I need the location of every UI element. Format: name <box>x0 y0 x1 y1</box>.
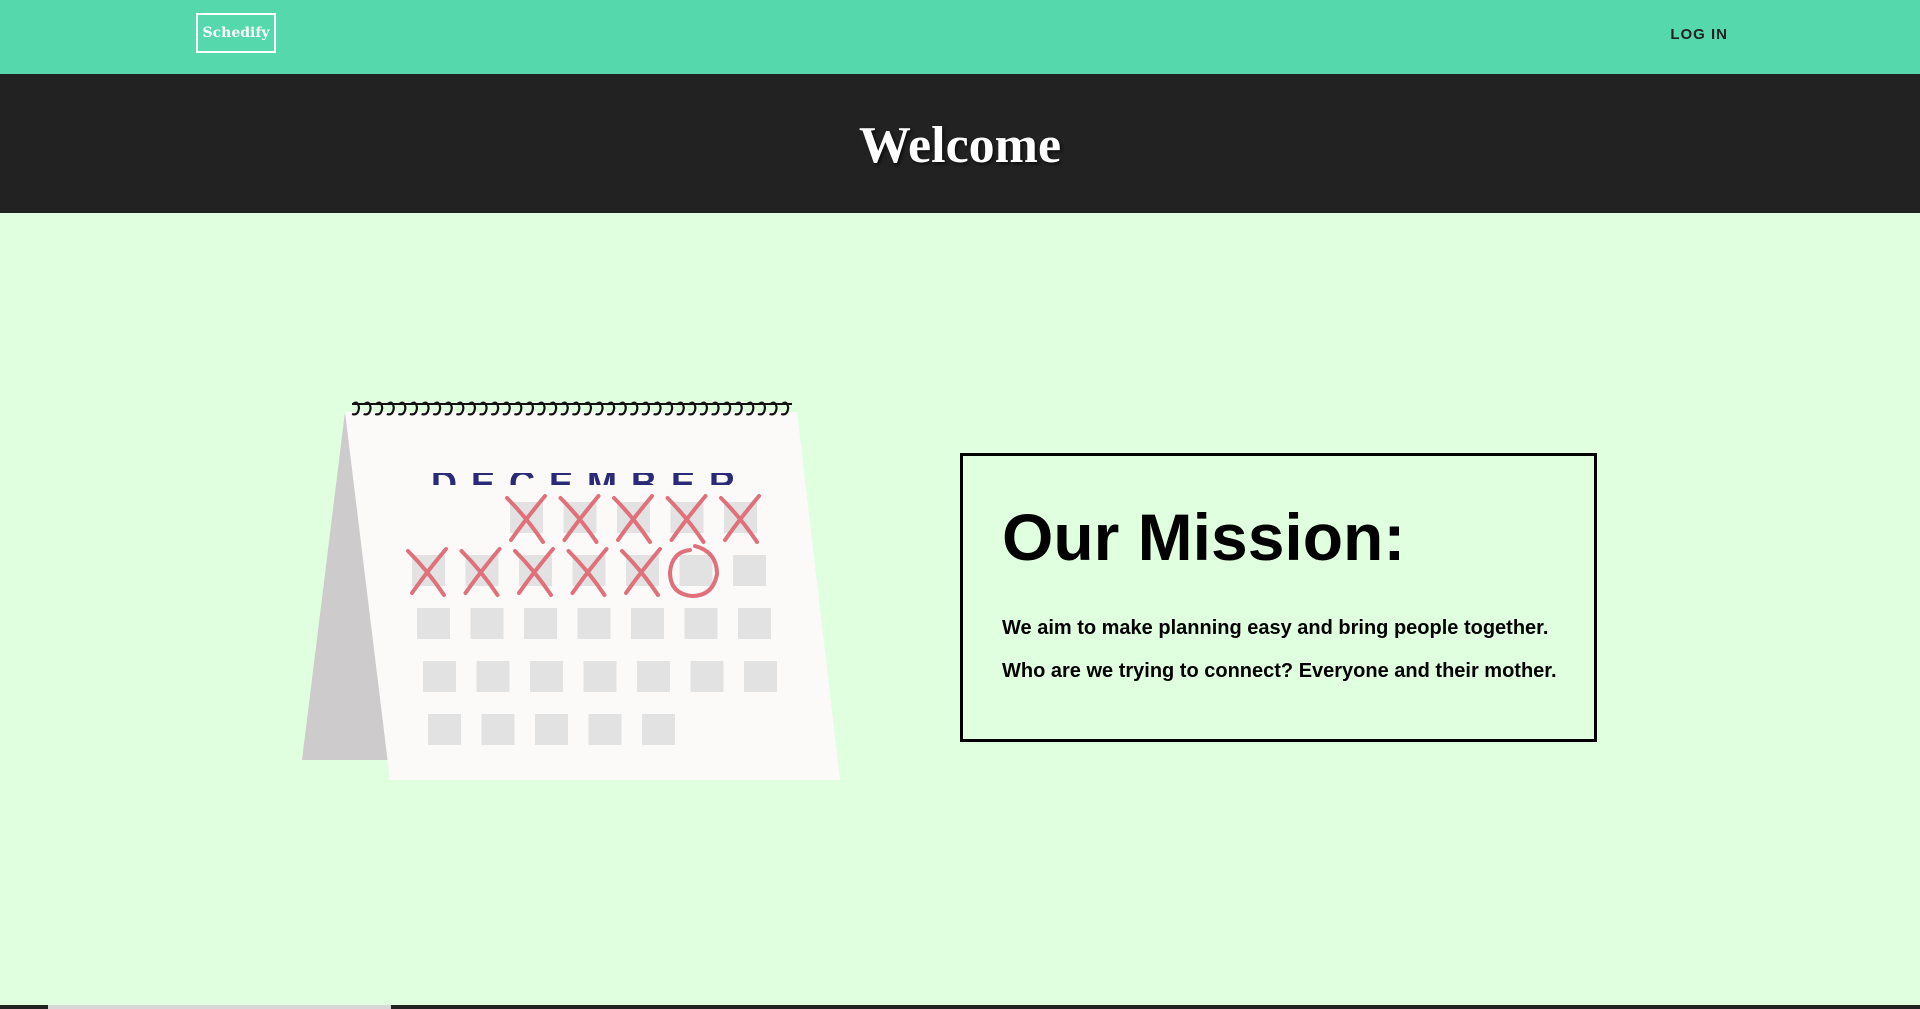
calendar-day-cell <box>577 608 611 639</box>
brand-logo-button[interactable]: Schedify <box>196 13 276 53</box>
calendar-day-cell <box>679 555 713 586</box>
mission-box: Our Mission: We aim to make planning eas… <box>960 453 1597 742</box>
mission-title: Our Mission: <box>1002 500 1406 574</box>
calendar-day-cell <box>642 714 675 745</box>
calendar-day-cell <box>583 661 617 692</box>
calendar-day-cell <box>690 661 724 692</box>
mission-text-1: We aim to make planning easy and bring p… <box>1002 617 1549 639</box>
bottom-scroll-thumb <box>48 1005 391 1009</box>
mission-text-2: Who are we trying to connect? Everyone a… <box>1002 660 1557 682</box>
top-navbar: Schedify LOG IN <box>0 0 1920 74</box>
calendar-day-cell <box>524 608 557 639</box>
login-link[interactable]: LOG IN <box>1670 26 1728 43</box>
calendar-day-cell <box>631 608 664 639</box>
calendar-day-cell <box>423 661 456 692</box>
calendar-day-cell <box>481 714 515 745</box>
calendar-day-cell <box>476 661 510 692</box>
calendar-day-cell <box>684 608 718 639</box>
calendar-day-cell <box>470 608 504 639</box>
calendar-day-cell <box>637 661 670 692</box>
hero-banner: Welcome <box>0 74 1920 213</box>
calendar-day-cell <box>738 608 771 639</box>
calendar-day-cell <box>535 714 568 745</box>
desk-calendar-illustration: DECEMBER <box>302 401 840 780</box>
calendar-day-cell <box>744 661 777 692</box>
calendar-day-cell <box>428 714 461 745</box>
calendar-day-cell <box>588 714 622 745</box>
bottom-scroll-strip <box>0 1005 1920 1009</box>
calendar-day-cell <box>417 608 450 639</box>
calendar-day-cell <box>733 555 766 586</box>
page-title: Welcome <box>858 117 1062 174</box>
calendar-day-cell <box>530 661 563 692</box>
